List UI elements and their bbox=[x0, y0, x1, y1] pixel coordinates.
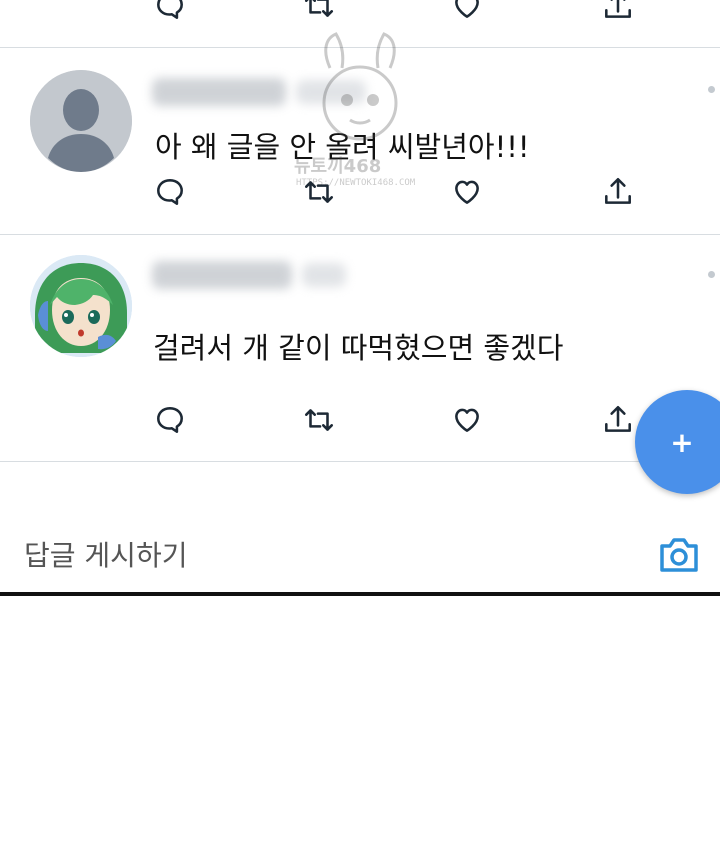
handle-blurred bbox=[296, 80, 366, 104]
tweet-actions bbox=[0, 172, 720, 212]
camera-icon bbox=[660, 538, 698, 572]
camera-button[interactable] bbox=[656, 532, 702, 578]
avatar[interactable] bbox=[30, 255, 132, 357]
reply-icon bbox=[157, 407, 183, 433]
retweet-button[interactable] bbox=[299, 0, 339, 26]
tweet-actions bbox=[0, 400, 720, 440]
like-button[interactable] bbox=[447, 0, 487, 26]
share-button[interactable] bbox=[598, 172, 638, 212]
more-options-dot[interactable] bbox=[708, 86, 715, 93]
like-button[interactable] bbox=[447, 400, 487, 440]
share-button[interactable] bbox=[598, 400, 638, 440]
share-button[interactable] bbox=[598, 0, 638, 26]
retweet-icon bbox=[304, 181, 334, 203]
reply-icon bbox=[157, 179, 183, 205]
share-icon bbox=[605, 177, 631, 204]
heart-icon bbox=[455, 0, 479, 18]
heart-icon bbox=[455, 180, 479, 204]
like-button[interactable] bbox=[447, 172, 487, 212]
more-options-dot[interactable] bbox=[708, 271, 715, 278]
heart-icon bbox=[455, 408, 479, 432]
retweet-icon bbox=[304, 409, 334, 431]
reply-bar: 답글 게시하기 bbox=[0, 520, 720, 592]
cartoon-character-icon bbox=[30, 255, 132, 357]
tweet-text: 아 왜 글을 안 올려 씨발년아!!! bbox=[155, 130, 530, 164]
reply-icon bbox=[157, 0, 183, 19]
plus-icon: + bbox=[670, 425, 694, 459]
retweet-button[interactable] bbox=[299, 172, 339, 212]
reply-button[interactable] bbox=[150, 0, 190, 26]
tweet-text: 걸려서 개 같이 따먹혔으면 좋겠다 bbox=[153, 331, 564, 365]
share-icon bbox=[605, 405, 631, 432]
retweet-button[interactable] bbox=[299, 400, 339, 440]
username-blurred bbox=[152, 261, 292, 289]
divider bbox=[0, 461, 720, 462]
avatar[interactable] bbox=[30, 70, 132, 172]
reply-button[interactable] bbox=[150, 172, 190, 212]
tweet-actions-previous bbox=[0, 0, 720, 26]
handle-blurred bbox=[302, 263, 346, 287]
reply-button[interactable] bbox=[150, 400, 190, 440]
default-user-icon bbox=[30, 70, 132, 172]
username-blurred bbox=[152, 78, 286, 106]
bottom-border bbox=[0, 592, 720, 596]
retweet-icon bbox=[304, 0, 334, 17]
reply-input[interactable]: 답글 게시하기 bbox=[24, 534, 187, 574]
share-icon bbox=[605, 0, 631, 18]
